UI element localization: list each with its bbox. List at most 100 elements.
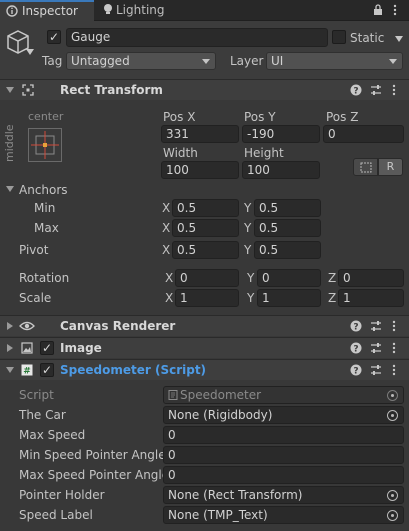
the-car-field[interactable]: None (Rigidbody) (163, 406, 404, 424)
scale-z-axis: Z (328, 291, 337, 305)
scale-x-axis: X (165, 291, 174, 305)
min-speed-pointer-angle-label: Min Speed Pointer Angle (19, 448, 166, 462)
pos-y-field[interactable]: -190 (242, 125, 320, 143)
speedometer-script-header[interactable]: # ✓ Speedometer (Script) ? (0, 359, 409, 380)
kebab-menu-icon[interactable] (392, 320, 396, 332)
pivot-y-axis: Y (244, 243, 252, 257)
raw-edit-button[interactable]: R (378, 158, 403, 176)
max-x-field[interactable]: 0.5 (172, 219, 239, 237)
kebab-menu-icon[interactable] (392, 364, 396, 376)
scale-y-axis: Y (247, 291, 255, 305)
kebab-menu-icon[interactable] (392, 84, 396, 96)
rect-transform-header[interactable]: Rect Transform ? (0, 79, 409, 100)
speed-label-field[interactable]: None (TMP_Text) (163, 506, 404, 524)
object-picker-icon[interactable] (387, 510, 398, 521)
blueprint-mode-button[interactable] (353, 158, 378, 176)
object-picker-icon[interactable] (387, 490, 398, 501)
layer-dropdown[interactable]: UI (266, 52, 403, 70)
static-dropdown-arrow[interactable] (395, 36, 403, 42)
help-icon[interactable]: ? (350, 84, 362, 96)
anchors-label: Anchors (19, 183, 68, 197)
blueprint-mode-icon (360, 162, 372, 173)
chevron-down-icon (202, 59, 210, 64)
max-speed-pointer-angle-field[interactable]: 0 (163, 466, 404, 484)
pivot-y-field[interactable]: 0.5 (254, 241, 321, 259)
svg-text:?: ? (353, 367, 358, 377)
help-icon[interactable]: ? (350, 364, 362, 376)
width-field[interactable]: 100 (161, 161, 239, 179)
rot-x-field[interactable]: 0 (175, 269, 239, 287)
help-icon[interactable]: ? (350, 320, 362, 332)
scale-y-field[interactable]: 1 (257, 289, 321, 307)
rot-y-field[interactable]: 0 (257, 269, 321, 287)
preset-icon[interactable] (370, 320, 382, 332)
preset-icon[interactable] (370, 84, 382, 96)
foldout-arrow[interactable] (7, 322, 13, 330)
min-x-field[interactable]: 0.5 (172, 199, 239, 217)
image-header[interactable]: ✓ Image ? (0, 337, 409, 358)
foldout-arrow[interactable] (6, 87, 14, 93)
script-enabled-checkbox[interactable]: ✓ (40, 363, 54, 377)
max-speed-field[interactable]: 0 (163, 426, 404, 444)
max-y-axis: Y (244, 221, 252, 235)
script-field-label: Script (19, 388, 54, 402)
preset-icon[interactable] (370, 342, 382, 354)
pointer-holder-field[interactable]: None (Rect Transform) (163, 486, 404, 504)
pos-x-field[interactable]: 331 (161, 125, 239, 143)
tab-lighting-label: Lighting (116, 3, 165, 17)
lighting-icon (104, 4, 112, 14)
scale-z-field[interactable]: 1 (338, 289, 404, 307)
foldout-arrow[interactable] (6, 367, 14, 373)
min-y-axis: Y (244, 201, 252, 215)
pivot-x-axis: X (162, 243, 171, 257)
anchors-foldout-arrow[interactable] (6, 186, 14, 192)
menu-icon[interactable] (393, 4, 397, 16)
pos-z-field[interactable]: 0 (323, 125, 404, 143)
pointer-holder-value: None (Rect Transform) (168, 488, 303, 502)
lock-icon[interactable] (373, 4, 383, 16)
tab-bar: Inspector Lighting (0, 0, 409, 21)
anchor-presets-button[interactable] (28, 128, 62, 162)
min-x-axis: X (162, 201, 171, 215)
min-speed-pointer-angle-field[interactable]: 0 (163, 446, 404, 464)
object-name-field[interactable]: Gauge (66, 28, 328, 47)
preset-icon[interactable] (370, 364, 382, 376)
svg-text:?: ? (353, 87, 358, 97)
max-y-field[interactable]: 0.5 (254, 219, 321, 237)
icon-dropdown-arrow[interactable] (26, 49, 34, 55)
canvas-renderer-title: Canvas Renderer (60, 319, 176, 333)
object-picker-icon[interactable] (387, 410, 398, 421)
foldout-arrow[interactable] (7, 344, 13, 352)
kebab-menu-icon[interactable] (392, 342, 396, 354)
tab-lighting[interactable]: Lighting (96, 0, 176, 21)
rot-y-axis: Y (247, 271, 255, 285)
scale-x-field[interactable]: 1 (175, 289, 239, 307)
svg-text:?: ? (353, 323, 358, 333)
pivot-x-field[interactable]: 0.5 (172, 241, 239, 259)
svg-text:#: # (23, 367, 31, 377)
active-checkbox[interactable]: ✓ (47, 30, 61, 44)
max-speed-label: Max Speed (19, 428, 86, 442)
inspector-icon (6, 5, 18, 17)
static-checkbox[interactable] (332, 30, 346, 44)
image-enabled-checkbox[interactable]: ✓ (40, 341, 54, 355)
tab-inspector[interactable]: Inspector (0, 0, 94, 21)
max-speed-pointer-angle-label: Max Speed Pointer Angle (19, 468, 170, 482)
tag-dropdown[interactable]: Untagged (66, 52, 216, 70)
min-y-field[interactable]: 0.5 (254, 199, 321, 217)
pos-z-label: Pos Z (326, 110, 359, 124)
object-picker-icon (387, 390, 398, 401)
speed-label-label: Speed Label (19, 508, 93, 522)
width-label: Width (163, 146, 198, 160)
object-header: ✓ Gauge Static Tag Untagged Layer UI (0, 21, 409, 80)
script-reference-value: Speedometer (180, 388, 262, 402)
script-title: Speedometer (Script) (60, 363, 207, 377)
max-label: Max (34, 221, 59, 235)
canvas-renderer-header[interactable]: Canvas Renderer ? (0, 315, 409, 336)
height-field[interactable]: 100 (242, 161, 320, 179)
rot-z-field[interactable]: 0 (338, 269, 404, 287)
help-icon[interactable]: ? (350, 342, 362, 354)
the-car-label: The Car (19, 408, 66, 422)
pointer-holder-label: Pointer Holder (19, 488, 105, 502)
pos-y-label: Pos Y (244, 110, 276, 124)
